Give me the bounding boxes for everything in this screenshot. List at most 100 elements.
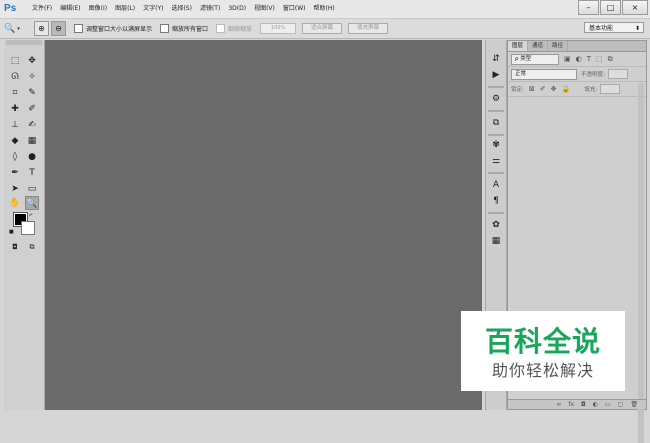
paragraph-panel-icon[interactable]: ¶ [489,194,503,208]
quick-select-tool-icon[interactable]: ✧ [25,70,39,84]
screen-mode-icon[interactable]: ⧉ [25,240,39,254]
pixel-filter-icon[interactable]: ▣ [564,55,571,63]
fill-input[interactable] [600,84,621,94]
lock-image-icon[interactable]: ✐ [540,85,546,93]
photoshop-logo: Ps [4,3,17,14]
lock-all-icon[interactable]: 🔒 [561,85,570,93]
adjustment-filter-icon[interactable]: ◐ [576,55,582,63]
menu-3d[interactable]: 3D(D) [224,0,250,18]
type-filter-icon[interactable]: T [587,55,591,63]
panel-grip[interactable] [6,40,42,45]
healing-brush-tool-icon[interactable]: ✚ [8,102,22,116]
dock-divider [488,134,504,136]
opacity-input[interactable] [607,69,628,79]
zoom-percent-field[interactable]: 100% [260,23,297,34]
layers-scrollbar[interactable] [638,83,644,443]
lasso-tool-icon[interactable]: ᘏ [8,70,22,84]
menu-window[interactable]: 窗口(W) [279,0,310,18]
close-button[interactable]: × [622,0,648,15]
menu-view[interactable]: 视图(V) [250,0,279,18]
layer-filter-select[interactable]: ρ 类型 [511,53,559,65]
fit-screen-button[interactable]: 适合屏幕 [302,23,343,34]
swap-colors-icon[interactable]: ⤶ [29,211,32,219]
watermark-subtitle: 助你轻松解决 [491,361,594,380]
shape-filter-icon[interactable]: ⬚ [596,55,603,63]
actions-panel-icon[interactable]: ▶ [489,68,503,82]
properties-panel-icon[interactable]: ⚙ [489,92,503,106]
menu-file[interactable]: 文件(F) [28,0,56,18]
scrubby-zoom-checkbox[interactable]: 细微缩放 [216,24,252,33]
tab-layers[interactable]: 图层 [508,41,529,51]
zoom-in-button[interactable]: ⊕ [34,21,49,36]
lock-position-icon[interactable]: ✥ [551,85,557,93]
brush-presets-panel-icon[interactable]: ✾ [489,138,503,152]
gradient-tool-icon[interactable]: ▦ [25,134,39,148]
blend-mode-select[interactable]: 正常 [511,68,577,80]
lock-label: 锁定: [511,87,524,93]
tab-channels[interactable]: 通道 [528,41,549,51]
clone-source-panel-icon[interactable]: ⧉ [489,116,503,130]
shape-tool-icon[interactable]: ▭ [25,182,39,196]
pen-tool-icon[interactable]: ✒ [8,166,22,180]
adjustments-panel-icon[interactable]: ⚌ [489,154,503,168]
menu-bar: 文件(F) 编辑(E) 图像(I) 图层(L) 文字(Y) 选择(S) 滤镜(T… [28,0,339,18]
hand-tool-icon[interactable]: ✋ [8,196,22,210]
dock-divider [488,86,504,88]
delete-layer-icon[interactable]: 🗑 [630,401,638,408]
path-select-tool-icon[interactable]: ➤ [8,182,22,196]
menu-layer[interactable]: 图层(L) [111,0,139,18]
background-color-swatch[interactable] [21,221,35,235]
new-group-icon[interactable]: ▭ [605,401,611,408]
menu-help[interactable]: 帮助(H) [310,0,339,18]
tool-preset-picker[interactable]: 🔍 ▾ [4,21,32,36]
type-tool-icon[interactable]: T [25,166,39,180]
marquee-tool-icon[interactable]: ⬚ [8,54,22,68]
zoom-all-windows-checkbox[interactable]: 缩放所有窗口 [160,24,208,33]
menu-edit[interactable]: 编辑(E) [56,0,84,18]
zoom-tool-icon[interactable]: 🔍 [25,196,39,210]
minimize-button[interactable]: – [578,0,599,15]
character-panel-icon[interactable]: A [489,178,503,192]
crop-tool-icon[interactable]: ⌗ [8,86,22,100]
lock-transparent-icon[interactable]: ⊠ [529,85,535,93]
dodge-tool-icon[interactable]: ● [25,150,39,164]
chevron-down-icon: ⬍ [634,25,640,32]
adjustment-layer-icon[interactable]: ◐ [593,401,598,408]
styles-panel-icon[interactable]: ▦ [489,234,503,248]
menu-filter[interactable]: 滤镜(T) [196,0,224,18]
layers-panel-footer: ∞ fx ◘ ◐ ▭ ▢ 🗑 [508,399,646,409]
link-layers-icon[interactable]: ∞ [556,401,561,408]
menu-image[interactable]: 图像(I) [85,0,111,18]
layer-filter-row: ρ 类型 ▣ ◐ T ⬚ ⧉ [508,52,646,67]
scrubby-zoom-label: 细微缩放 [228,26,253,33]
menu-select[interactable]: 选择(S) [167,0,196,18]
eraser-tool-icon[interactable]: ◆ [8,134,22,148]
watermark-title: 百科全说 [484,325,601,358]
zoom-out-icon: ⊖ [55,24,62,33]
document-canvas-area[interactable] [45,40,482,410]
smart-object-filter-icon[interactable]: ⧉ [608,55,613,64]
zoom-out-button[interactable]: ⊖ [51,21,66,36]
dock-divider [488,212,504,214]
watermark-logo: 百科全说 助你轻松解决 [461,311,625,391]
add-mask-icon[interactable]: ◘ [581,401,586,408]
blur-tool-icon[interactable]: ◊ [8,150,22,164]
brush-tool-icon[interactable]: ✐ [25,102,39,116]
new-layer-icon[interactable]: ▢ [618,401,624,408]
clone-stamp-tool-icon[interactable]: ⊥ [8,118,22,132]
eyedropper-tool-icon[interactable]: ✎ [25,86,39,100]
quick-mask-icon[interactable]: ◘ [8,240,22,254]
fill-screen-button[interactable]: 填充屏幕 [348,23,389,34]
default-colors-icon[interactable]: ■ [9,229,14,235]
move-tool-icon[interactable]: ✥ [25,54,39,68]
workspace-switcher[interactable]: 基本功能 ⬍ [584,22,644,33]
history-brush-tool-icon[interactable]: ✍ [25,118,39,132]
resize-windows-checkbox[interactable]: 调整窗口大小以满屏显示 [74,24,152,33]
layer-style-icon[interactable]: fx [568,401,574,408]
maximize-button[interactable]: □ [600,0,621,15]
tab-paths[interactable]: 路径 [548,41,569,51]
swatches-panel-icon[interactable]: ✿ [489,218,503,232]
menu-type[interactable]: 文字(Y) [139,0,167,18]
history-panel-icon[interactable]: ⇵ [489,52,503,66]
fill-label: 填充: [584,87,598,93]
